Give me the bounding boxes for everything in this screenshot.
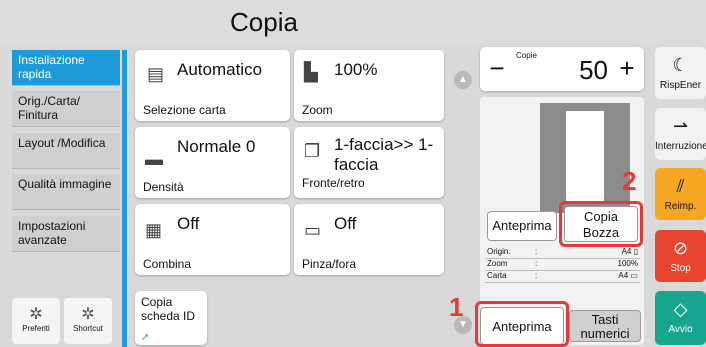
combine-tile[interactable]: ▦ Off Combina <box>135 204 290 275</box>
paper-selection-tile[interactable]: ▤ Automatico Selezione carta <box>135 50 290 121</box>
id-card-copy-label: Copia scheda ID <box>141 295 196 323</box>
sidebar-item-image-quality[interactable]: Qualità immagine <box>12 174 120 210</box>
info-colon: : <box>535 259 538 268</box>
duplex-tile[interactable]: ❐ 1-faccia>> 1-faccia Fronte/retro <box>294 127 444 198</box>
density-icon: ▬ <box>145 149 163 169</box>
energy-saver-label: RispEner <box>659 80 702 91</box>
reset-button[interactable]: ⫽ Reimp. <box>655 168 706 220</box>
preview-button[interactable]: Anteprima <box>487 211 557 241</box>
combine-label: Combina <box>143 257 192 271</box>
copies-stepper: − Copie 50 + <box>480 47 644 91</box>
copies-value[interactable]: 50 <box>579 55 608 86</box>
callout-number-2: 2 <box>622 166 637 196</box>
shortcut-button[interactable]: ✲ Shortcut <box>64 298 112 344</box>
callout-box-1 <box>475 301 569 347</box>
duplex-value: 1-faccia>> 1-faccia <box>334 135 434 174</box>
gear-icon: ✲ <box>81 306 95 323</box>
info-row: Carta: A4 ▭ <box>485 271 640 283</box>
energy-saver-button[interactable]: ☾ RispEner <box>655 47 706 99</box>
interrupt-icon: ⇀ <box>672 116 689 136</box>
reset-icon: ⫽ <box>676 176 685 196</box>
increase-button[interactable]: + <box>612 51 642 87</box>
numeric-keys-button[interactable]: Tasti numerici <box>569 310 641 342</box>
paper-label: Selezione carta <box>143 103 226 117</box>
page-title: Copia <box>230 7 298 37</box>
info-key: Carta <box>487 271 507 280</box>
staple-value: Off <box>334 214 357 233</box>
sidebar-item-advanced[interactable]: Impostazioni avanzate <box>12 216 120 252</box>
stop-button[interactable]: ⊘ Stop <box>655 230 706 282</box>
info-value: 100% <box>617 259 638 268</box>
arrow-icon: ➚ <box>141 332 150 343</box>
zoom-tile[interactable]: ▙ 100% Zoom <box>294 50 444 121</box>
zoom-icon: ▙ <box>304 62 318 82</box>
zoom-label: Zoom <box>302 103 333 117</box>
title-bar: Copia <box>0 0 706 44</box>
interrupt-button[interactable]: ⇀ Interruzione <box>655 108 706 160</box>
callout-box-2 <box>559 201 643 247</box>
callout-number-1: 1 <box>449 292 464 322</box>
sidebar-item-original-paper[interactable]: Orig./Carta/ Finitura <box>12 91 120 127</box>
info-row: Zoom: 100% <box>485 259 640 271</box>
scroll-up-button[interactable]: ▲ <box>454 71 472 89</box>
combine-value: Off <box>177 214 200 233</box>
info-key: Origin. <box>487 247 511 256</box>
info-colon: : <box>535 247 538 256</box>
stop-label: Stop <box>670 263 691 274</box>
id-card-copy-tile[interactable]: Copia scheda ID ➚ <box>135 291 207 345</box>
density-label: Densità <box>143 180 184 194</box>
density-value: Normale 0 <box>177 137 256 156</box>
start-label: Avvio <box>668 324 693 335</box>
combine-icon: ▦ <box>145 220 163 240</box>
preview-thumbnail <box>540 103 630 213</box>
staple-tile[interactable]: ▭ Off Pinza/fora <box>294 204 444 275</box>
zoom-value: 100% <box>334 60 378 79</box>
copies-label: Copie <box>516 51 537 60</box>
staple-label: Pinza/fora <box>302 257 357 271</box>
staple-icon: ▭ <box>304 220 322 240</box>
moon-icon: ☾ <box>672 55 689 75</box>
sidebar-divider <box>122 50 127 347</box>
info-colon: : <box>535 271 538 280</box>
duplex-label: Fronte/retro <box>302 176 365 190</box>
favorites-button[interactable]: ✲ Preferiti <box>12 298 60 344</box>
favorites-label: Preferiti <box>22 324 50 333</box>
info-row: Origin.: A4 ▯ <box>485 247 640 259</box>
paper-icon: ▤ <box>147 64 165 84</box>
stop-icon: ⊘ <box>672 238 689 258</box>
density-tile[interactable]: ▬ Normale 0 Densità <box>135 127 290 198</box>
paper-value: Automatico <box>177 60 263 79</box>
info-value: A4 ▯ <box>621 247 638 256</box>
interrupt-label: Interruzione <box>655 141 706 152</box>
sidebar-item-layout[interactable]: Layout /Modifica <box>12 133 120 169</box>
start-icon: ◇ <box>673 299 688 319</box>
gear-icon: ✲ <box>29 306 43 323</box>
start-button[interactable]: ◇ Avvio <box>655 291 706 345</box>
document-icon <box>566 111 604 203</box>
reset-label: Reimp. <box>664 201 697 212</box>
duplex-icon: ❐ <box>304 141 321 161</box>
sidebar-item-quick-setup[interactable]: Installazione rapida <box>12 50 120 86</box>
info-value: A4 ▭ <box>618 271 638 280</box>
info-table: Origin.: A4 ▯ Zoom: 100% Carta: A4 ▭ <box>485 247 640 283</box>
decrease-button[interactable]: − <box>482 51 512 87</box>
shortcut-label: Shortcut <box>73 324 103 333</box>
info-key: Zoom <box>487 259 508 268</box>
